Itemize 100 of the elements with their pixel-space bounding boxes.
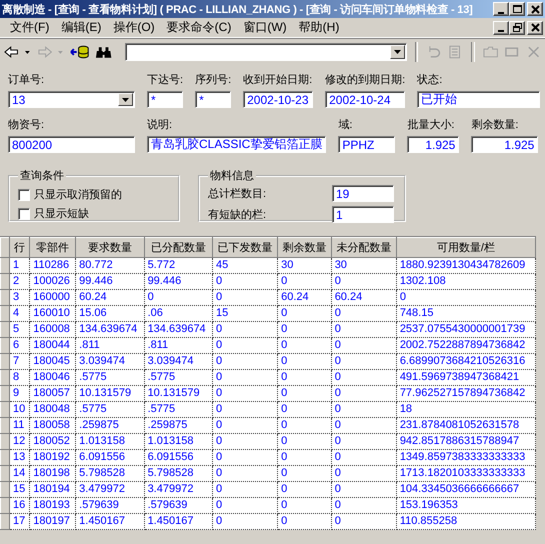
row-selector[interactable] bbox=[0, 466, 10, 482]
row-selector[interactable] bbox=[0, 418, 10, 434]
close-icon bbox=[530, 4, 540, 14]
table-cell: 180057 bbox=[30, 386, 76, 402]
table-cell: 3.479972 bbox=[144, 482, 212, 498]
table-cell: 99.446 bbox=[76, 274, 144, 290]
column-header[interactable]: 已分配数量 bbox=[144, 238, 212, 258]
checkbox[interactable] bbox=[18, 188, 30, 200]
table-cell: 1302.108 bbox=[396, 274, 536, 290]
row-selector[interactable] bbox=[0, 354, 10, 370]
input-field[interactable]: * bbox=[147, 91, 184, 108]
menu-item[interactable]: 编辑(E) bbox=[55, 19, 108, 36]
input-field[interactable]: 1.925 bbox=[407, 136, 460, 153]
caret-icon[interactable] bbox=[394, 50, 400, 54]
row-selector[interactable] bbox=[0, 306, 10, 322]
input-field[interactable]: 19 bbox=[332, 185, 394, 202]
row-selector[interactable] bbox=[0, 258, 10, 274]
column-header[interactable]: 未分配数量 bbox=[331, 238, 396, 258]
row-selector[interactable] bbox=[0, 434, 10, 450]
column-header[interactable]: 行 bbox=[10, 238, 30, 258]
input-field[interactable]: * bbox=[195, 91, 232, 108]
menu-item[interactable]: 帮助(H) bbox=[292, 19, 346, 36]
table-cell: 0 bbox=[212, 274, 278, 290]
table-cell: 0 bbox=[331, 370, 396, 386]
column-header[interactable]: 已下发数量 bbox=[212, 238, 278, 258]
column-header[interactable]: 零部件 bbox=[30, 238, 76, 258]
row-selector[interactable] bbox=[0, 498, 10, 514]
table-cell: 0 bbox=[278, 338, 332, 354]
table-cell: 0 bbox=[278, 514, 332, 530]
close-button[interactable] bbox=[527, 2, 543, 16]
input-field[interactable]: 1.925 bbox=[471, 136, 538, 153]
row-selector[interactable] bbox=[0, 338, 10, 354]
minimize-button[interactable] bbox=[493, 2, 509, 16]
table-cell: .811 bbox=[144, 338, 212, 354]
group-title: 物料信息 bbox=[209, 169, 255, 183]
table-cell: 180046 bbox=[30, 370, 76, 386]
menu-item[interactable]: 窗口(W) bbox=[237, 19, 293, 36]
row-selector[interactable] bbox=[0, 386, 10, 402]
input-field[interactable]: 1 bbox=[332, 206, 394, 223]
input-field[interactable]: 已开始 bbox=[417, 91, 540, 108]
table-cell: 180058 bbox=[30, 418, 76, 434]
table-cell: 0 bbox=[278, 274, 332, 290]
column-header[interactable]: 要求数量 bbox=[76, 238, 144, 258]
input-field[interactable]: 2002-10-23 bbox=[243, 91, 314, 108]
column-header[interactable]: 剩余数量 bbox=[278, 238, 332, 258]
table-cell: 180044 bbox=[30, 338, 76, 354]
row-selector[interactable] bbox=[0, 322, 10, 338]
caret-icon[interactable] bbox=[122, 98, 129, 102]
checkbox-label: 只显示取消预留的 bbox=[34, 188, 122, 202]
row-selector[interactable] bbox=[0, 402, 10, 418]
left-arrow-icon[interactable] bbox=[4, 45, 20, 59]
checkbox[interactable] bbox=[18, 208, 30, 220]
close-button[interactable] bbox=[527, 20, 543, 34]
table-cell: .5775 bbox=[76, 370, 144, 386]
combo-box[interactable]: 13 bbox=[8, 91, 135, 108]
input-field[interactable]: 青岛乳胶CLASSIC挚爱铝箔正膜 bbox=[147, 136, 326, 153]
database-icon[interactable] bbox=[70, 44, 90, 60]
input-field[interactable]: 800200 bbox=[8, 136, 135, 153]
minimize-button[interactable] bbox=[493, 20, 509, 34]
menu-item[interactable]: 文件(F) bbox=[4, 19, 56, 36]
table-cell: 180045 bbox=[30, 354, 76, 370]
table-cell: 0 bbox=[331, 514, 396, 530]
input-field[interactable]: 2002-10-24 bbox=[325, 91, 406, 108]
table-cell: 160000 bbox=[30, 290, 76, 306]
table-cell: 60.24 bbox=[76, 290, 144, 306]
table-cell: 160008 bbox=[30, 322, 76, 338]
menu-item[interactable]: 要求命令(C) bbox=[160, 19, 238, 36]
table-cell: 0 bbox=[212, 322, 278, 338]
close-icon bbox=[530, 22, 540, 33]
row-selector[interactable] bbox=[0, 482, 10, 498]
table-cell: 180197 bbox=[30, 514, 76, 530]
table-cell: 180192 bbox=[30, 450, 76, 466]
maximize-button[interactable] bbox=[509, 2, 525, 16]
row-selector[interactable] bbox=[0, 274, 10, 290]
checkbox-label: 只显示短缺 bbox=[34, 207, 89, 221]
menu-item[interactable]: 操作(O) bbox=[107, 19, 161, 36]
row-selector[interactable] bbox=[0, 514, 10, 530]
table-cell: 160010 bbox=[30, 306, 76, 322]
address-combo-box[interactable] bbox=[124, 43, 406, 61]
table-cell: 748.15 bbox=[396, 306, 536, 322]
column-header[interactable]: 可用数量/栏 bbox=[396, 238, 536, 258]
table-cell: 0 bbox=[331, 450, 396, 466]
table-cell: 0 bbox=[212, 386, 278, 402]
table-cell: 18 bbox=[396, 402, 536, 418]
field-label: 说明: bbox=[147, 118, 174, 132]
table-cell: 180193 bbox=[30, 498, 76, 514]
grid-corner-cell[interactable] bbox=[0, 238, 10, 258]
table-cell: 0 bbox=[144, 290, 212, 306]
table-cell: 0 bbox=[331, 386, 396, 402]
table-cell: 2537.0755430000001739 bbox=[396, 322, 536, 338]
row-selector[interactable] bbox=[0, 450, 10, 466]
row-selector[interactable] bbox=[0, 370, 10, 386]
binoculars-icon[interactable] bbox=[95, 45, 113, 59]
table-cell: 45 bbox=[212, 258, 278, 274]
table-cell: 0 bbox=[278, 466, 332, 482]
input-field[interactable]: PPHZ bbox=[338, 136, 396, 153]
restore-button[interactable] bbox=[509, 20, 525, 34]
table-cell: 0 bbox=[278, 418, 332, 434]
row-selector[interactable] bbox=[0, 290, 10, 306]
table-cell: 30 bbox=[278, 258, 332, 274]
